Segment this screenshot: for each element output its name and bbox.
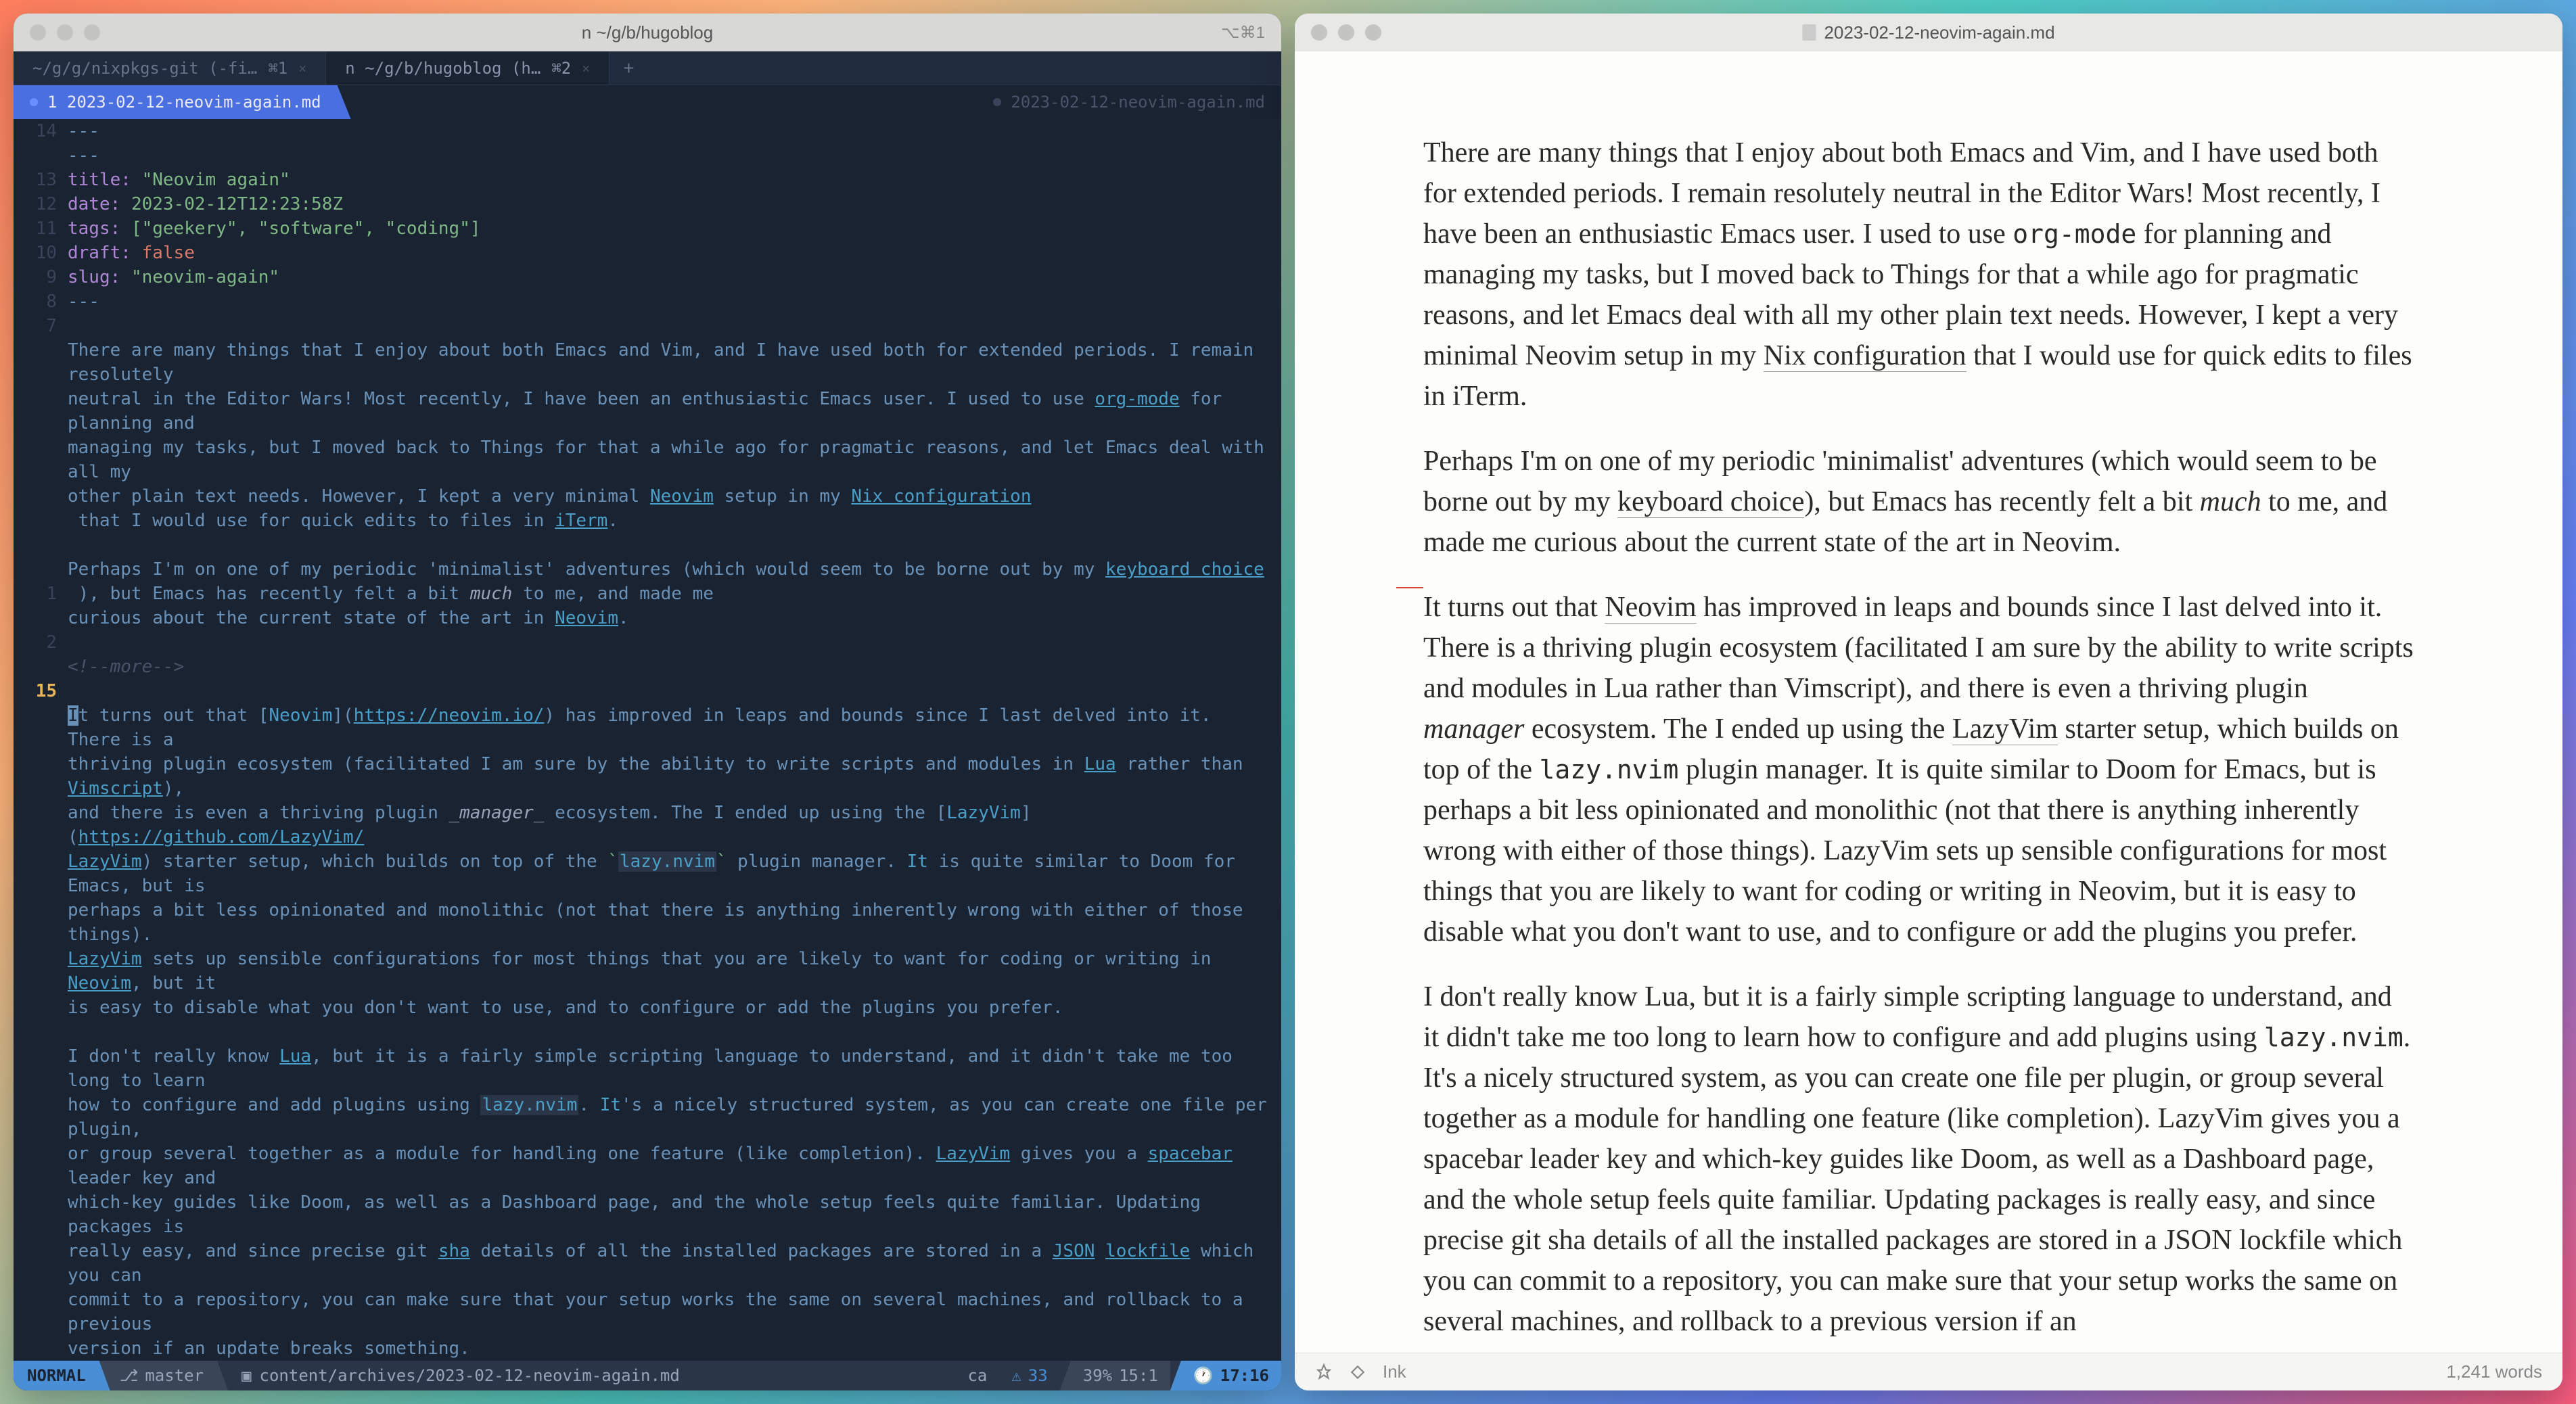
- terminal-tab-1[interactable]: ~/g/g/nixpkgs-git (-fi… ⌘1 ×: [14, 51, 326, 85]
- preview-statusbar: Ink 1,241 words: [1295, 1353, 2562, 1390]
- close-tab-icon[interactable]: ×: [582, 60, 590, 76]
- warning-icon: ⚠: [1011, 1366, 1021, 1385]
- buffer-name: 2023-02-12-neovim-again.md: [1011, 93, 1265, 112]
- tab-label: n ~/g/b/hugoblog (h…: [345, 59, 540, 78]
- preview-paragraph: There are many things that I enjoy about…: [1423, 133, 2414, 417]
- preview-content[interactable]: There are many things that I enjoy about…: [1295, 51, 2562, 1353]
- file-path: ▣ content/archives/2023-02-12-neovim-aga…: [228, 1366, 693, 1385]
- document-icon: [1802, 24, 1816, 41]
- traffic-lights: [1311, 24, 1381, 41]
- git-branch: ⎇ master: [99, 1361, 228, 1390]
- terminal-shortcut-label: ⌥⌘1: [1221, 23, 1265, 43]
- buffer-modified-icon: [30, 98, 38, 106]
- tag-icon[interactable]: [1349, 1363, 1366, 1381]
- close-tab-icon[interactable]: ×: [298, 60, 306, 76]
- neovim-statusline: NORMAL ⎇ master ▣ content/archives/2023-…: [14, 1361, 1281, 1390]
- terminal-tab-bar: ~/g/g/nixpkgs-git (-fi… ⌘1 × n ~/g/b/hug…: [14, 51, 1281, 85]
- preview-paragraph: I don't really know Lua, but it is a fai…: [1423, 977, 2414, 1342]
- neovim-buffer-bar: 1 2023-02-12-neovim-again.md 2023-02-12-…: [14, 85, 1281, 119]
- branch-name: master: [145, 1366, 204, 1385]
- file-icon: ▣: [242, 1366, 251, 1385]
- traffic-lights: [30, 24, 100, 41]
- minimize-window-icon[interactable]: [57, 24, 73, 41]
- terminal-tab-2[interactable]: n ~/g/b/hugoblog (h… ⌘2 ×: [326, 51, 610, 85]
- tab-label: ~/g/g/nixpkgs-git (-fi…: [32, 59, 257, 78]
- preview-paragraph: It turns out that Neovim has improved in…: [1423, 587, 2414, 952]
- encoding-indicator: ca: [955, 1361, 999, 1390]
- tab-badge: ⌘2: [551, 59, 571, 78]
- buffer-tab-inactive[interactable]: 2023-02-12-neovim-again.md: [977, 85, 1281, 119]
- preview-window: 2023-02-12-neovim-again.md There are man…: [1295, 14, 2562, 1390]
- mode-label: Ink: [1383, 1361, 1406, 1382]
- buffer-modified-icon: [993, 98, 1001, 106]
- close-window-icon[interactable]: [1311, 24, 1327, 41]
- diagnostics-indicator: ⚠ 33: [999, 1361, 1059, 1390]
- mode-indicator: NORMAL: [14, 1361, 110, 1390]
- branch-icon: ⎇: [120, 1366, 139, 1385]
- add-tab-button[interactable]: +: [610, 51, 647, 85]
- terminal-title: n ~/g/b/hugoblog: [582, 22, 713, 43]
- terminal-titlebar: n ~/g/b/hugoblog ⌥⌘1: [14, 14, 1281, 51]
- link-lazyvim[interactable]: LazyVim: [1952, 713, 2058, 745]
- line-number-gutter: 14 13121110987 1 2 15: [14, 119, 68, 1361]
- maximize-window-icon[interactable]: [84, 24, 100, 41]
- buffer-name: 1 2023-02-12-neovim-again.md: [47, 93, 321, 112]
- pin-icon[interactable]: [1315, 1363, 1333, 1381]
- preview-title: 2023-02-12-neovim-again.md: [1802, 22, 2054, 43]
- word-count: 1,241 words: [2446, 1361, 2542, 1382]
- maximize-window-icon[interactable]: [1365, 24, 1381, 41]
- editor-content[interactable]: --- --- title: "Neovim again" date: 2023…: [68, 119, 1281, 1361]
- terminal-window: n ~/g/b/hugoblog ⌥⌘1 ~/g/g/nixpkgs-git (…: [14, 14, 1281, 1390]
- clock-icon: 🕐: [1193, 1366, 1214, 1385]
- close-window-icon[interactable]: [30, 24, 46, 41]
- buffer-tab-active[interactable]: 1 2023-02-12-neovim-again.md: [14, 85, 351, 119]
- clock-indicator: 🕐 17:16: [1170, 1361, 1281, 1390]
- tab-badge: ⌘1: [268, 59, 288, 78]
- insertion-marker-icon: [1396, 587, 1423, 588]
- preview-paragraph: Perhaps I'm on one of my periodic 'minim…: [1423, 441, 2414, 563]
- link-nix-config[interactable]: Nix configuration: [1764, 340, 1967, 372]
- minimize-window-icon[interactable]: [1338, 24, 1354, 41]
- link-keyboard-choice[interactable]: keyboard choice: [1617, 486, 1804, 518]
- editor-pane[interactable]: 14 13121110987 1 2 15 --- --- title: "Ne…: [14, 119, 1281, 1361]
- preview-titlebar: 2023-02-12-neovim-again.md: [1295, 14, 2562, 51]
- position-indicator: 39% 15:1: [1060, 1361, 1170, 1390]
- link-neovim[interactable]: Neovim: [1605, 592, 1696, 624]
